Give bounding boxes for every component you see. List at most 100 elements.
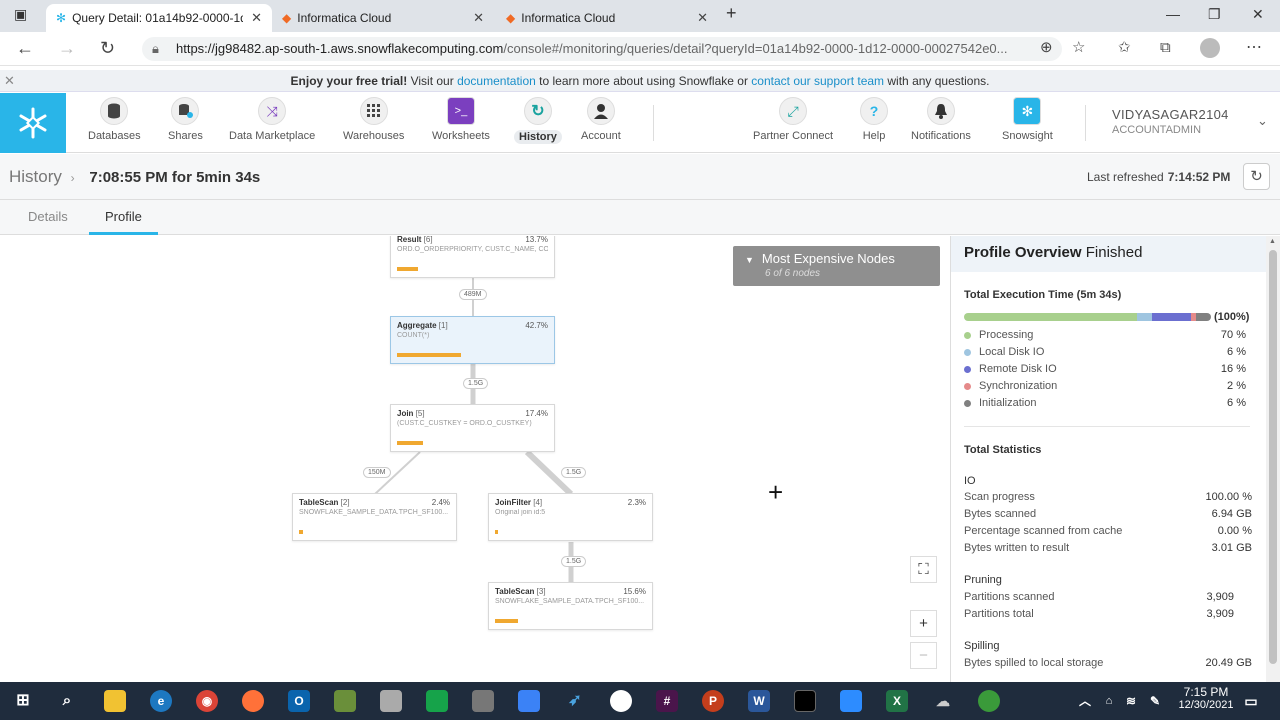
informatica-favicon-icon: ◆ (282, 11, 292, 25)
top-nav: Databases Shares ⤨ Data Marketplace Ware… (0, 93, 1280, 153)
tab-details[interactable]: Details (28, 209, 68, 224)
database-tool-icon[interactable] (380, 690, 402, 712)
close-tab-icon[interactable]: ✕ (697, 10, 708, 26)
forward-icon[interactable]: → (58, 38, 76, 58)
bird-app-icon[interactable]: ➶ (564, 690, 586, 712)
nav-partner-connect[interactable]: ⤢ Partner Connect (753, 97, 833, 142)
breadcrumb-history-link[interactable]: History (9, 167, 62, 186)
network-app-icon[interactable] (518, 690, 540, 712)
file-explorer-icon[interactable] (104, 690, 126, 712)
back-icon[interactable]: ← (16, 38, 34, 58)
nav-help[interactable]: ? Help (860, 97, 888, 142)
address-bar: ← → ↻ 🔒︎ https://jg98482.ap-south-1.aws.… (0, 32, 1280, 66)
nav-notifications[interactable]: Notifications (911, 97, 971, 142)
powerpoint-icon[interactable]: P (702, 690, 724, 712)
url-input[interactable]: 🔒︎ https://jg98482.ap-south-1.aws.snowfl… (142, 37, 1062, 61)
zoom-icon[interactable]: ⊕ (1040, 38, 1053, 58)
fit-to-screen-button[interactable]: ⛶ (910, 556, 937, 583)
profile-overview-panel: Profile Overview Finished Total Executio… (950, 236, 1266, 682)
browser-tab-informatica-2[interactable]: ◆ Informatica Cloud ✕ (496, 4, 718, 32)
node-result[interactable]: Result [6] 13.7% ORD.O_ORDERPRIORITY, CUS… (390, 236, 555, 278)
maximize-icon[interactable]: ❐ (1208, 6, 1221, 23)
wifi-icon[interactable]: ≋ (1120, 690, 1142, 712)
close-tab-icon[interactable]: ✕ (251, 10, 262, 26)
nav-snowsight[interactable]: ✻ Snowsight (1002, 97, 1053, 142)
browser-tab-informatica-1[interactable]: ◆ Informatica Cloud ✕ (272, 4, 494, 32)
tab-title: Query Detail: 01a14b92-0000-1d (72, 11, 244, 25)
pen-icon[interactable]: ✎ (1144, 690, 1166, 712)
database-icon (100, 97, 129, 125)
execution-segment (1151, 313, 1192, 321)
nav-warehouses[interactable]: Warehouses (343, 97, 404, 142)
chevron-down-icon[interactable]: ⌄ (1257, 113, 1268, 129)
notifications-center-icon[interactable]: ▭ (1240, 690, 1262, 712)
zoom-out-button[interactable]: − (910, 642, 937, 669)
app-icon[interactable] (978, 690, 1000, 712)
stat-value: 3.01 GB (1211, 542, 1252, 554)
scroll-up-icon[interactable]: ▲ (1269, 238, 1276, 245)
profile-avatar[interactable] (1200, 38, 1220, 58)
support-link[interactable]: contact our support team (751, 74, 884, 88)
profile-graph[interactable]: 489M 1.5G 150M 1.5G 1.5G Result [6] 13.7%… (0, 236, 950, 682)
divider (964, 426, 1250, 427)
node-name: Join (397, 409, 414, 418)
stat-label: Partitions scanned (964, 591, 1055, 603)
new-tab-icon[interactable]: + (726, 3, 737, 24)
cloud-app-icon[interactable]: ☁ (932, 690, 954, 712)
node-joinfilter[interactable]: JoinFilter [4] 2.3% Original join id:5 (488, 493, 653, 541)
browser-tab-bar: ▣ ✻ Query Detail: 01a14b92-0000-1d ✕ ◆ I… (0, 0, 1280, 32)
windows-start-icon[interactable]: ⊞ (12, 690, 34, 712)
nav-data-marketplace[interactable]: ⤨ Data Marketplace (229, 97, 315, 142)
close-tab-icon[interactable]: ✕ (473, 10, 484, 26)
chrome-icon[interactable]: ◉ (196, 690, 218, 712)
edge-browser-icon[interactable]: e (150, 690, 172, 712)
node-aggregate[interactable]: Aggregate [1] 42.7% COUNT(*) (390, 316, 555, 364)
documentation-link[interactable]: documentation (457, 74, 536, 88)
favorite-add-icon[interactable]: ☆ (1072, 38, 1085, 58)
tab-actions-icon[interactable]: ▣ (14, 6, 27, 23)
search-icon[interactable]: ⌕ (56, 690, 78, 712)
snowflake-logo[interactable] (0, 93, 66, 153)
nav-history[interactable]: ↻ History (514, 97, 562, 144)
excel-icon[interactable]: X (886, 690, 908, 712)
minimize-icon[interactable]: — (1166, 6, 1180, 22)
browser-tab-query-detail[interactable]: ✻ Query Detail: 01a14b92-0000-1d ✕ (46, 4, 272, 32)
close-banner-icon[interactable]: ✕ (4, 70, 15, 92)
outlook-icon[interactable]: O (288, 690, 310, 712)
node-tablescan-3[interactable]: TableScan [3] 15.6% SNOWFLAKE_SAMPLE_DATA… (488, 582, 653, 630)
node-join[interactable]: Join [5] 17.4% (CUST.C_CUSTKEY = ORD.O_CU… (390, 404, 555, 452)
node-percent: 42.7% (525, 321, 548, 330)
collections-icon[interactable]: ⧉ (1160, 38, 1171, 58)
soccer-app-icon[interactable] (610, 690, 632, 712)
reload-icon[interactable]: ↻ (100, 38, 115, 58)
terminal-app-icon[interactable] (794, 690, 816, 712)
chat-app-icon[interactable] (426, 690, 448, 712)
firefox-icon[interactable] (242, 690, 264, 712)
node-description: ORD.O_ORDERPRIORITY, CUST.C_NAME, CO... (397, 246, 548, 253)
panel-scrollbar[interactable]: ▲ (1266, 236, 1280, 682)
node-tablescan-2[interactable]: TableScan [2] 2.4% SNOWFLAKE_SAMPLE_DATA.… (292, 493, 457, 541)
refresh-button[interactable]: ↻ (1243, 163, 1270, 190)
tray-icon[interactable]: ⌂ (1098, 690, 1120, 712)
nav-worksheets[interactable]: >_ Worksheets (432, 97, 490, 142)
nav-databases[interactable]: Databases (88, 97, 141, 142)
node-index: [6] (423, 236, 433, 244)
word-icon[interactable]: W (748, 690, 770, 712)
scrollbar-thumb[interactable] (1269, 250, 1277, 664)
favorites-icon[interactable]: ✩ (1118, 38, 1131, 58)
zoom-in-button[interactable]: + (910, 610, 937, 637)
app-icon[interactable] (472, 690, 494, 712)
nav-account[interactable]: Account (581, 97, 621, 142)
most-expensive-nodes-dropdown[interactable]: ▼ Most Expensive Nodes 6 of 6 nodes (733, 246, 940, 286)
tray-chevron-up-icon[interactable]: ︿ (1074, 690, 1096, 712)
clock[interactable]: 7:15 PM 12/30/2021 (1176, 685, 1236, 711)
tab-profile[interactable]: Profile (89, 209, 158, 235)
slack-icon[interactable]: # (656, 690, 678, 712)
zoom-app-icon[interactable] (840, 690, 862, 712)
notepad-icon[interactable] (334, 690, 356, 712)
nav-shares[interactable]: Shares (168, 97, 203, 142)
more-menu-icon[interactable]: ⋯ (1246, 38, 1262, 58)
close-window-icon[interactable]: ✕ (1252, 6, 1264, 23)
user-menu[interactable]: VIDYASAGAR2104 ACCOUNTADMIN (1112, 107, 1229, 136)
nav-divider (653, 105, 654, 141)
